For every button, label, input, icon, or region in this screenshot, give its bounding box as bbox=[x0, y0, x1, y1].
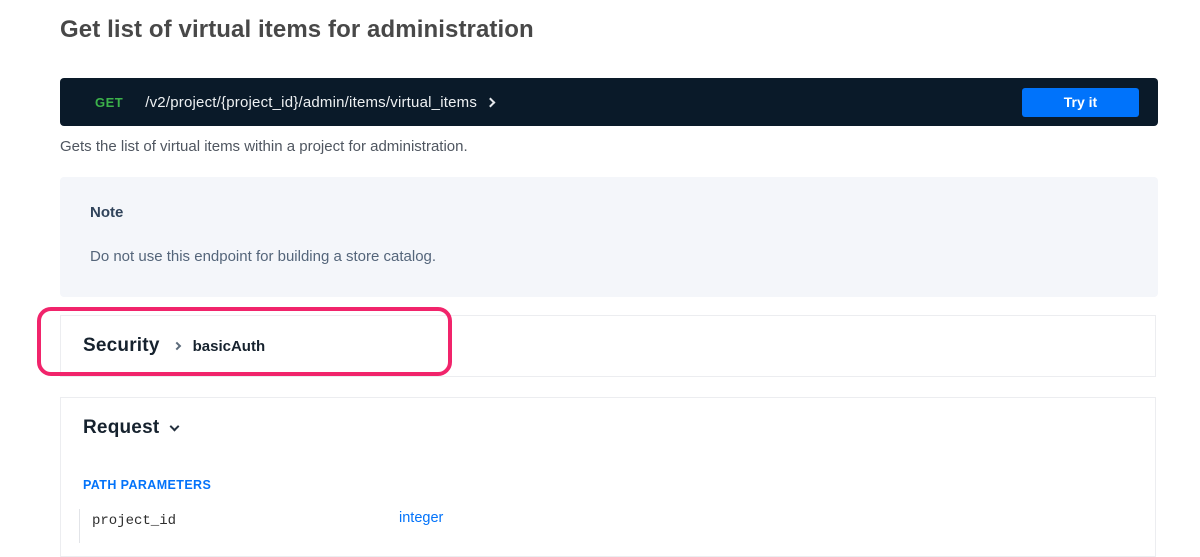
endpoint-description: Gets the list of virtual items within a … bbox=[60, 138, 468, 155]
http-method-badge: GET bbox=[95, 95, 123, 110]
parameter-name-cell: project_id bbox=[79, 509, 399, 543]
request-section-toggle[interactable]: Request bbox=[83, 417, 213, 439]
page-title: Get list of virtual items for administra… bbox=[60, 16, 534, 44]
expand-chevron-icon bbox=[486, 97, 496, 107]
note-heading: Note bbox=[90, 204, 1128, 221]
parameter-type: integer bbox=[399, 509, 443, 526]
parameter-row: project_id integer bbox=[79, 509, 1133, 543]
chevron-down-icon bbox=[170, 421, 180, 431]
request-label: Request bbox=[83, 417, 159, 439]
try-it-button[interactable]: Try it bbox=[1022, 88, 1139, 117]
security-section[interactable]: Security basicAuth bbox=[60, 315, 1156, 377]
breadcrumb-chevron-icon bbox=[172, 342, 180, 350]
request-section: Request PATH PARAMETERS project_id integ… bbox=[60, 397, 1156, 557]
note-body: Do not use this endpoint for building a … bbox=[90, 248, 1128, 265]
security-scheme-basicauth[interactable]: basicAuth bbox=[193, 338, 266, 355]
endpoint-path: /v2/project/{project_id}/admin/items/vir… bbox=[145, 94, 477, 111]
note-callout: Note Do not use this endpoint for buildi… bbox=[60, 177, 1158, 297]
endpoint-bar[interactable]: GET /v2/project/{project_id}/admin/items… bbox=[60, 78, 1158, 126]
parameter-name: project_id bbox=[92, 513, 176, 529]
security-label: Security bbox=[83, 335, 160, 357]
path-parameters-heading: PATH PARAMETERS bbox=[83, 478, 1133, 492]
